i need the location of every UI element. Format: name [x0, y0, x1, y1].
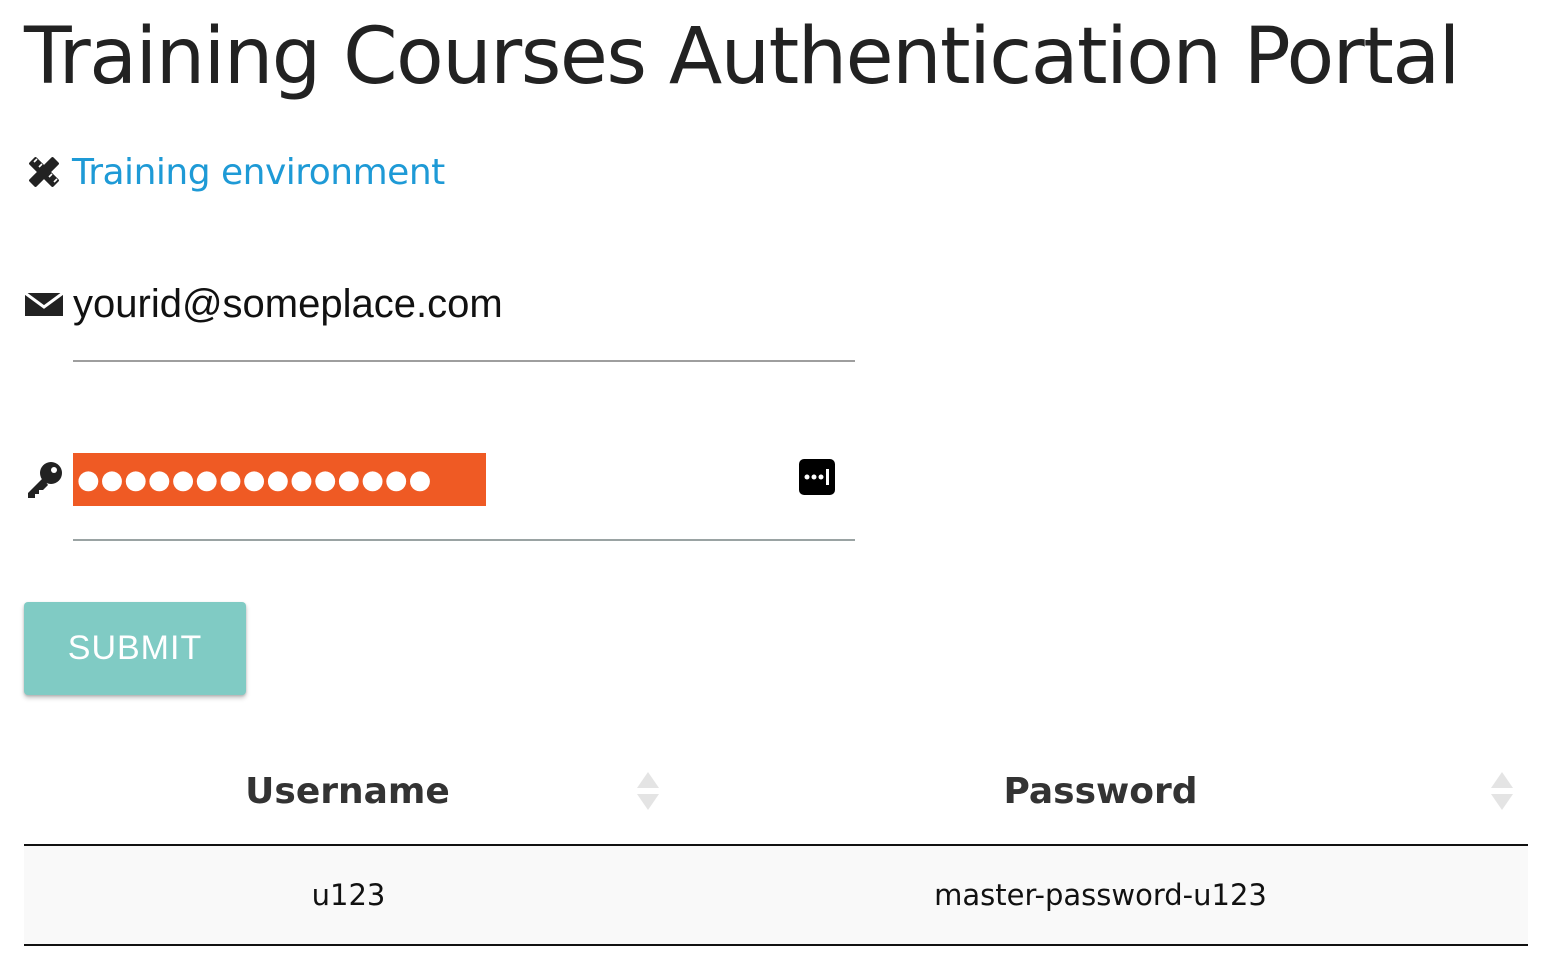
email-field-group [24, 270, 856, 366]
key-icon [28, 462, 62, 498]
credentials-table: Username Password u123 master-password-u… [24, 738, 1528, 946]
table-header-row: Username Password [24, 738, 1528, 846]
environment-row: Training environment [24, 148, 445, 196]
training-environment-link[interactable]: Training environment [72, 152, 445, 193]
password-field[interactable]: ●●●●●●●●●●●●●●● [73, 453, 486, 506]
column-header-password[interactable]: Password [673, 738, 1528, 846]
column-header-username[interactable]: Username [24, 738, 673, 846]
email-field-underline [73, 360, 855, 362]
cell-username: u123 [24, 845, 673, 946]
password-field-underline [73, 539, 855, 541]
column-header-label: Username [245, 770, 450, 812]
page-title: Training Courses Authentication Portal [24, 12, 1460, 102]
password-field-group: ●●●●●●●●●●●●●●● [24, 450, 856, 546]
email-field[interactable] [73, 274, 855, 334]
password-manager-icon[interactable] [799, 459, 835, 495]
column-header-label: Password [1003, 770, 1198, 812]
cell-password: master-password-u123 [673, 845, 1528, 946]
auth-portal-page: Training Courses Authentication Portal T… [0, 0, 1544, 968]
sort-icon[interactable] [1491, 772, 1513, 810]
envelope-icon [24, 291, 64, 316]
sort-icon[interactable] [637, 772, 659, 810]
table-row: u123 master-password-u123 [24, 845, 1528, 946]
pencil-ruler-icon [29, 155, 61, 187]
submit-button[interactable]: SUBMIT [24, 602, 246, 695]
